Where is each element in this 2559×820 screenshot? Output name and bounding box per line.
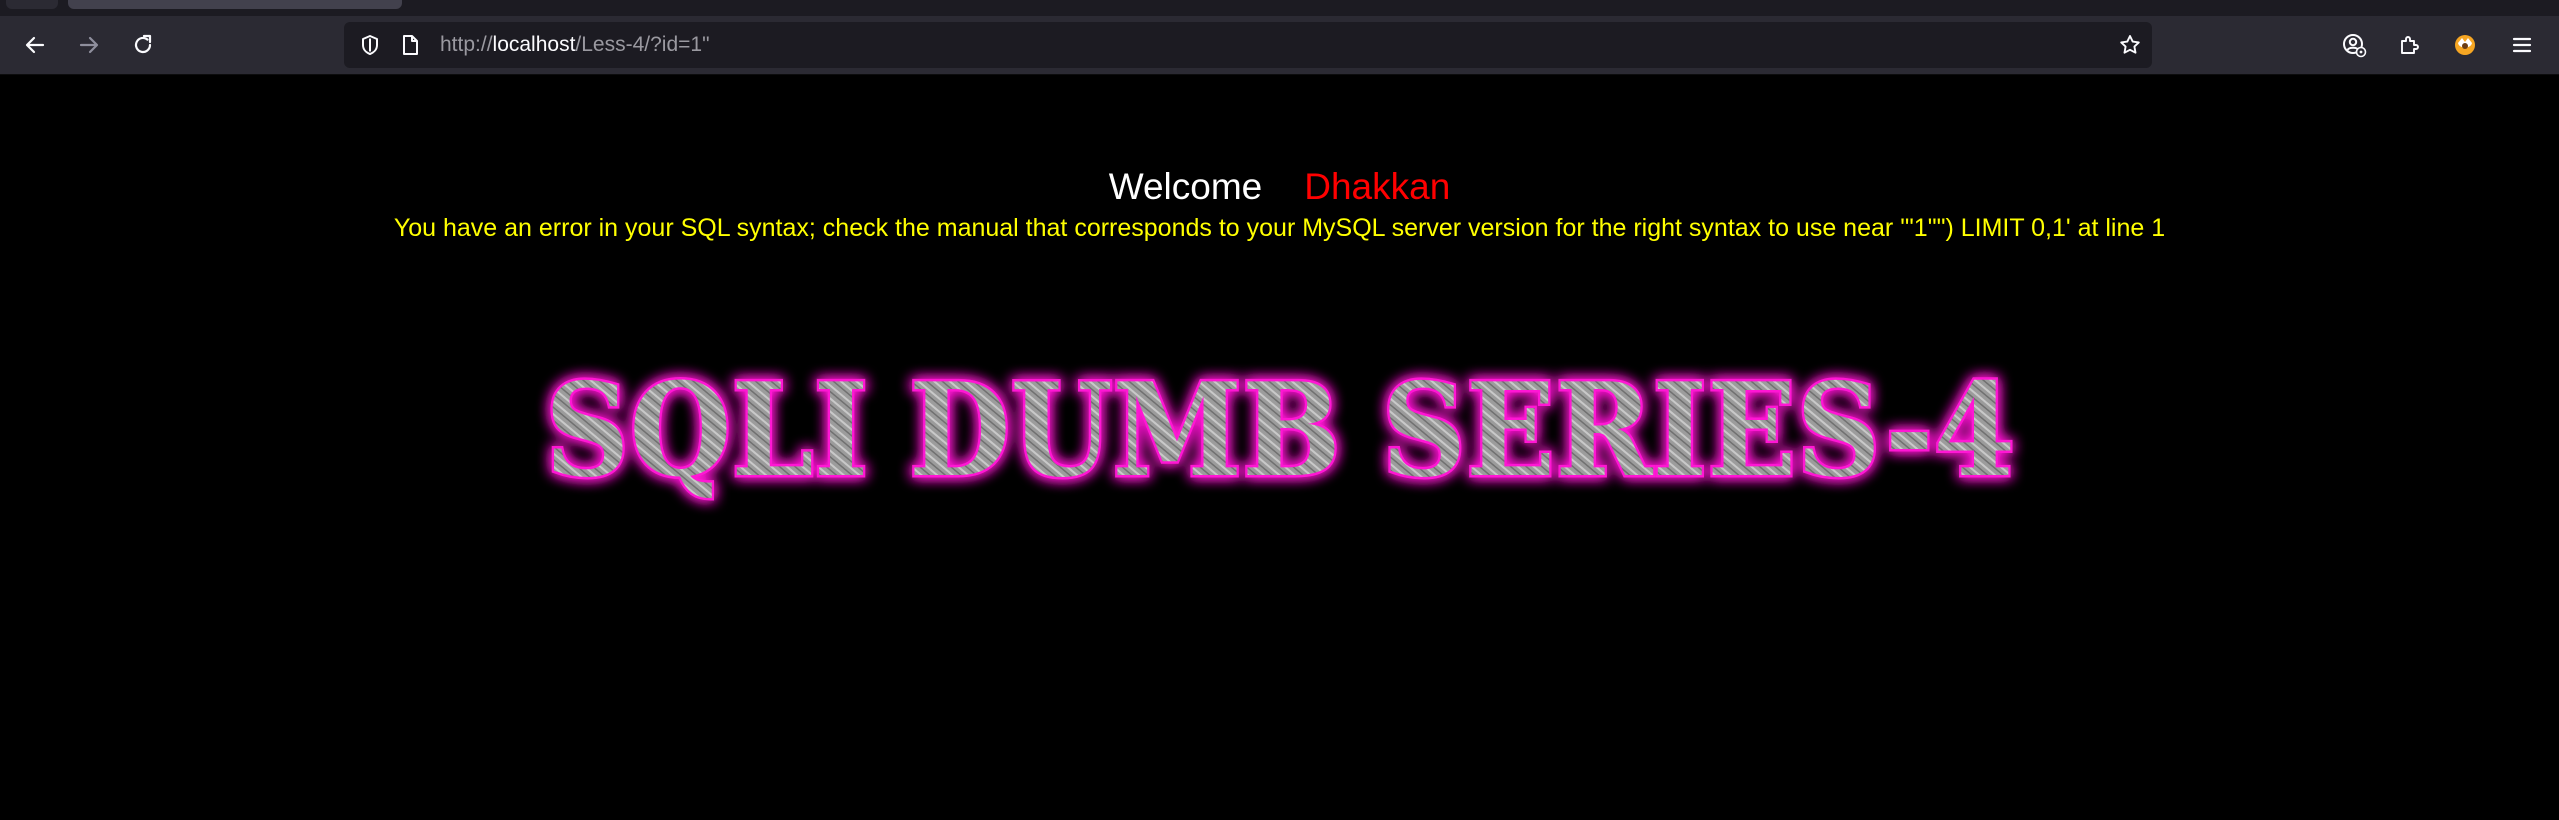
url-host: localhost [492, 33, 576, 56]
welcome-name: Dhakkan [1304, 166, 1451, 207]
menu-button[interactable] [2505, 28, 2539, 62]
url-path: /Less-4/?id=1" [575, 33, 710, 56]
welcome-line: Welcome Dhakkan [0, 165, 2559, 209]
profile-button[interactable] [2448, 28, 2482, 62]
fox-avatar-icon [2455, 35, 2475, 55]
page-icon[interactable] [398, 33, 422, 61]
address-bar[interactable]: http://localhost/Less-4/?id=1" [344, 22, 2152, 68]
tab-inactive[interactable] [6, 0, 58, 9]
puzzle-icon [2401, 36, 2419, 54]
sqli-series-banner: SQLI DUMB SERIES-4 [543, 354, 2018, 509]
extensions-button[interactable] [2392, 28, 2426, 62]
sql-error-message: You have an error in your SQL syntax; ch… [393, 214, 2166, 242]
back-button[interactable] [18, 28, 52, 62]
browser-toolbar: http://localhost/Less-4/?id=1" [0, 16, 2559, 75]
reload-icon [134, 34, 152, 54]
banner-text: SQLI DUMB SERIES-4 [545, 356, 2015, 506]
arrow-left-icon [25, 36, 45, 54]
hamburger-menu-icon [2512, 37, 2532, 53]
shield-icon[interactable] [358, 33, 382, 61]
tab-active[interactable] [68, 0, 402, 9]
forward-button[interactable] [72, 28, 106, 62]
url-prefix: http:// [440, 33, 493, 56]
reload-button[interactable] [126, 28, 160, 62]
page-content: Welcome Dhakkan You have an error in your… [0, 75, 2559, 820]
account-button[interactable] [2337, 28, 2371, 62]
account-icon [2343, 34, 2367, 58]
welcome-label: Welcome [1108, 166, 1263, 207]
url-text[interactable]: http://localhost/Less-4/?id=1" [440, 22, 710, 68]
tab-strip [0, 0, 2559, 16]
arrow-right-icon [79, 36, 99, 54]
star-icon[interactable] [2118, 33, 2142, 61]
